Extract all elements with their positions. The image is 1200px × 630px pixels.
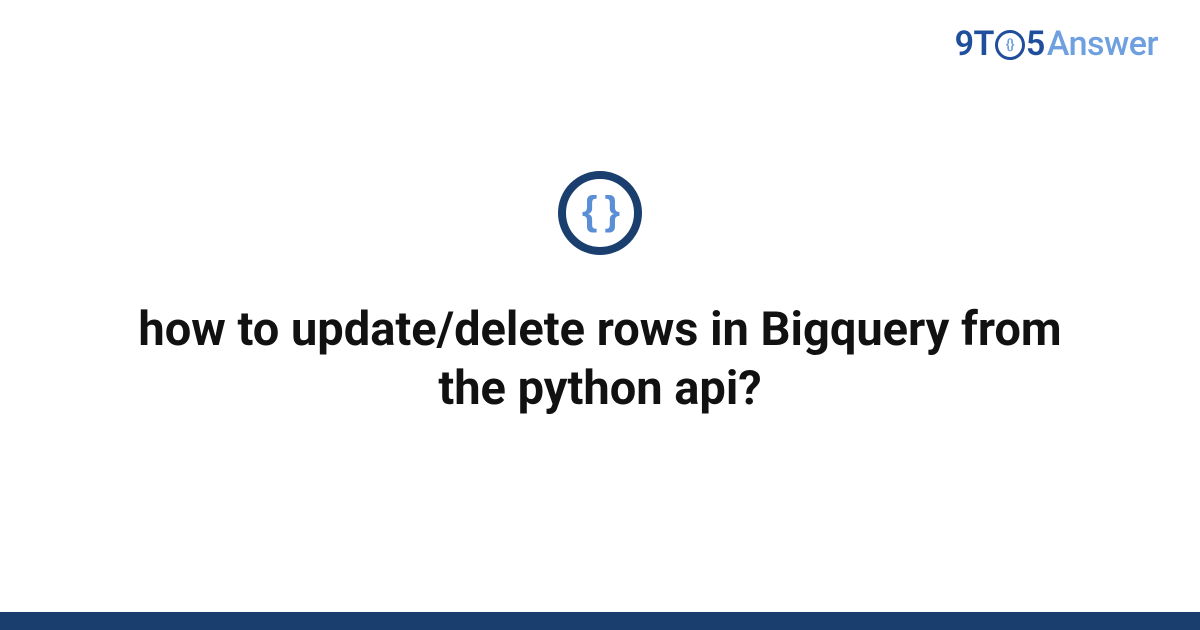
footer-accent-bar — [0, 612, 1200, 630]
main-content: { } how to update/delete rows in Bigquer… — [0, 0, 1200, 630]
code-braces-icon: { } — [558, 171, 642, 255]
question-title: how to update/delete rows in Bigquery fr… — [120, 301, 1080, 419]
braces-glyph: { } — [582, 191, 618, 231]
